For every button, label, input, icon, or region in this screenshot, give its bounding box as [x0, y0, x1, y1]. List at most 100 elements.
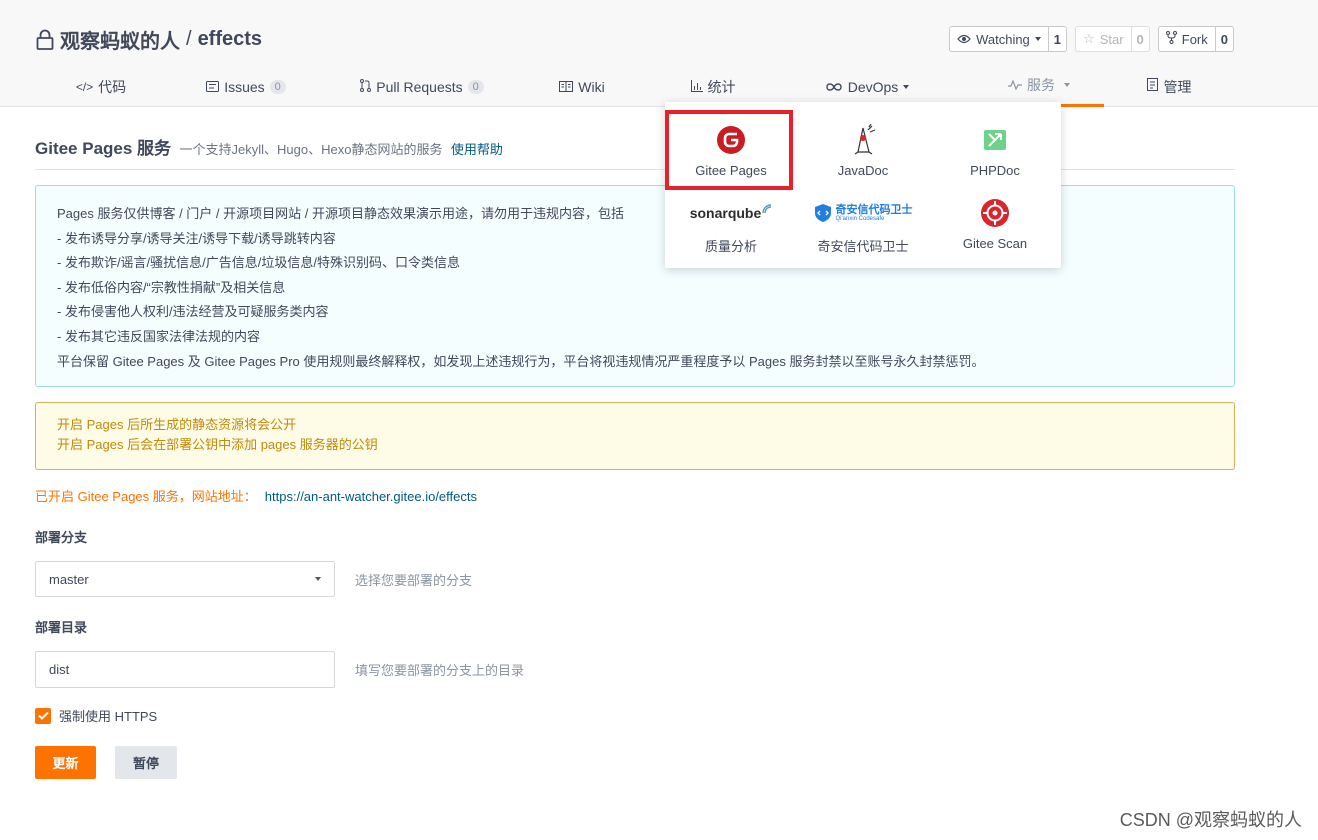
- force-https-checkbox[interactable]: [35, 707, 51, 724]
- menu-item-label: Gitee Scan: [962, 236, 1028, 251]
- star-button[interactable]: ☆ Star: [1075, 26, 1131, 52]
- watch-button[interactable]: Watching: [949, 26, 1048, 52]
- fork-count[interactable]: 0: [1214, 26, 1234, 52]
- star-button-group: ☆ Star 0: [1075, 26, 1150, 52]
- branch-select[interactable]: master: [35, 561, 335, 597]
- tab-issues[interactable]: Issues 0: [198, 66, 294, 107]
- repo-header: 观察蚂蚁的人 / effects Watching 1 ☆ Star 0 For…: [0, 0, 1318, 107]
- branch-select-value: master: [49, 571, 89, 587]
- notice-line: - 发布其它违反国家法律法规的内容: [57, 328, 260, 344]
- gitee-pages-icon: [716, 123, 746, 157]
- book-icon: [559, 79, 574, 95]
- tab-code[interactable]: </> 代码: [66, 66, 136, 107]
- tab-stats[interactable]: 统计: [680, 66, 746, 107]
- infinity-icon: [825, 79, 843, 95]
- issues-icon: [206, 79, 220, 95]
- update-button[interactable]: 更新: [35, 746, 96, 779]
- settings-doc-icon: [1146, 78, 1159, 95]
- tab-label: Wiki: [578, 78, 605, 95]
- tab-label: Pull Requests: [376, 78, 463, 95]
- tab-label: 服务: [1027, 77, 1055, 93]
- pulse-icon: [1008, 77, 1022, 93]
- bar-chart-icon: [690, 79, 703, 95]
- page-title: Gitee Pages 服务: [35, 139, 172, 158]
- repo-actions: Watching 1 ☆ Star 0 Fork 0: [949, 26, 1234, 52]
- repo-name-link[interactable]: effects: [198, 28, 262, 51]
- phpdoc-icon: [981, 123, 1009, 157]
- site-url-link[interactable]: https://an-ant-watcher.gitee.io/effects: [265, 489, 477, 504]
- pull-requests-count-badge: 0: [467, 79, 484, 94]
- menu-item-gitee-pages[interactable]: Gitee Pages: [665, 120, 797, 193]
- tab-label: Issues: [224, 78, 265, 95]
- repo-tabs: </> 代码 Issues 0 Pull Requests 0 Wiki 统计 …: [0, 66, 1318, 107]
- force-https-label[interactable]: 强制使用 HTTPS: [59, 706, 157, 725]
- menu-item-label: PHPDoc: [970, 163, 1020, 178]
- watch-label: Watching: [976, 31, 1030, 47]
- menu-item-label: Gitee Pages: [695, 163, 767, 178]
- notice-line: - 发布侵害他人权利/违法经营及可疑服务类内容: [57, 304, 329, 320]
- menu-item-label: 质量分析: [704, 239, 757, 254]
- pause-button[interactable]: 暂停: [115, 746, 177, 779]
- star-label: Star: [1099, 31, 1124, 47]
- directory-input[interactable]: [35, 651, 335, 688]
- chevron-down-icon: [315, 577, 321, 581]
- warning-line: 开启 Pages 后会在部署公钥中添加 pages 服务器的公钥: [57, 437, 378, 452]
- tab-devops[interactable]: DevOps: [814, 66, 920, 107]
- menu-item-label: JavaDoc: [837, 163, 889, 178]
- sonarqube-logo: sonarqube: [690, 196, 773, 230]
- qianxin-logo-subtext: Qi'anxin Codesafe: [835, 215, 885, 222]
- menu-item-gitee-scan[interactable]: Gitee Scan: [929, 193, 1061, 266]
- star-count[interactable]: 0: [1130, 26, 1150, 52]
- fork-label: Fork: [1181, 31, 1208, 47]
- help-link[interactable]: 使用帮助: [451, 142, 503, 157]
- tab-label: 代码: [98, 78, 127, 95]
- tab-manage[interactable]: 管理: [1132, 66, 1206, 107]
- javadoc-duke-icon: [850, 123, 876, 157]
- repo-owner-link[interactable]: 观察蚂蚁的人: [60, 25, 180, 54]
- branch-hint: 选择您要部署的分支: [355, 573, 473, 588]
- directory-hint: 填写您要部署的分支上的目录: [355, 663, 525, 678]
- repo-separator: /: [186, 28, 192, 50]
- branch-label: 部署分支: [35, 530, 88, 545]
- gitee-scan-icon: [980, 196, 1010, 230]
- menu-item-phpdoc[interactable]: PHPDoc: [929, 120, 1061, 193]
- watch-count[interactable]: 1: [1047, 26, 1068, 52]
- repo-title: 观察蚂蚁的人 / effects: [36, 25, 262, 54]
- star-icon: ☆: [1083, 31, 1095, 46]
- tab-pull-requests[interactable]: Pull Requests 0: [352, 66, 492, 107]
- qianxin-codesafe-logo: 奇安信代码卫士 Qi'anxin Codesafe: [814, 196, 913, 230]
- fork-icon: [1165, 31, 1177, 47]
- menu-item-qianxin-codesafe[interactable]: 奇安信代码卫士 Qi'anxin Codesafe 奇安信代码卫士: [797, 193, 929, 266]
- services-dropdown-menu: Gitee Pages JavaDoc PHPDoc sonarqube 质量分…: [665, 102, 1061, 268]
- menu-item-label: 奇安信代码卫士: [817, 239, 909, 254]
- fork-button-group: Fork 0: [1157, 26, 1234, 52]
- warning-notice: 开启 Pages 后所生成的静态资源将会公开 开启 Pages 后会在部署公钥中…: [35, 402, 1235, 470]
- page-subtitle: 一个支持Jekyll、Hugo、Hexo静态网站的服务: [179, 142, 443, 157]
- pages-status: 已开启 Gitee Pages 服务，网站地址： https://an-ant-w…: [35, 486, 477, 505]
- issues-count-badge: 0: [269, 79, 286, 94]
- chevron-down-icon: [903, 84, 910, 89]
- menu-item-javadoc[interactable]: JavaDoc: [797, 120, 929, 193]
- sonarqube-logo-text: sonarqube: [689, 205, 762, 221]
- menu-item-quality-analysis[interactable]: sonarqube 质量分析: [665, 193, 797, 266]
- tab-services[interactable]: 服务: [974, 66, 1104, 107]
- tab-label: 统计: [707, 78, 736, 95]
- tab-label: 管理: [1163, 78, 1192, 95]
- watermark: CSDN @观察蚂蚁的人: [1119, 810, 1302, 830]
- fork-button[interactable]: Fork: [1157, 26, 1215, 52]
- warning-line: 开启 Pages 后所生成的静态资源将会公开: [57, 417, 297, 432]
- lock-icon: [36, 29, 54, 50]
- checkmark-icon: [37, 711, 49, 720]
- pull-request-icon: [360, 78, 372, 95]
- eye-icon: [957, 32, 971, 47]
- directory-label: 部署目录: [35, 620, 88, 635]
- chevron-down-icon: [1064, 83, 1070, 87]
- notice-line: - 发布低俗内容/“宗教性捐献”及相关信息: [57, 279, 286, 295]
- tab-label: DevOps: [847, 78, 899, 95]
- qianxin-logo-text: 奇安信代码卫士: [835, 203, 913, 216]
- notice-line: 平台保留 Gitee Pages 及 Gitee Pages Pro 使用规则最…: [57, 353, 985, 369]
- watch-button-group: Watching 1: [949, 26, 1068, 52]
- tab-wiki[interactable]: Wiki: [550, 66, 614, 107]
- status-text: 已开启 Gitee Pages 服务，网站地址：: [35, 489, 257, 504]
- chevron-down-icon: [1034, 37, 1041, 41]
